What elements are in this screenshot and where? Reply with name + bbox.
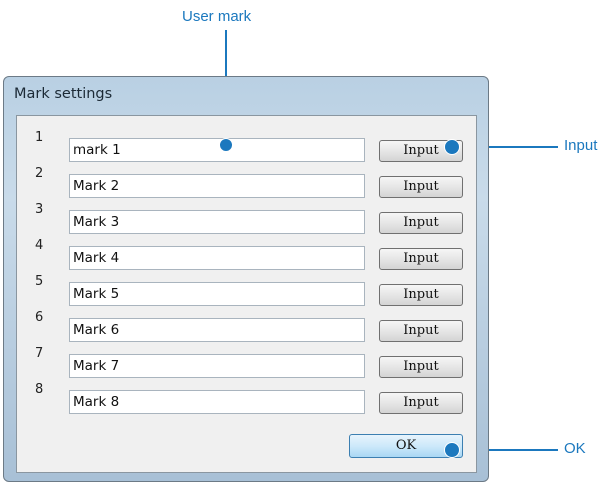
row-number: 8 xyxy=(35,382,44,397)
row-number: 5 xyxy=(35,274,44,289)
dialog-content: 1 mark 1 Input 2 Mark 2 Input 3 Mark 3 I… xyxy=(16,115,477,473)
mark-settings-dialog: Mark settings 1 mark 1 Input 2 Mark 2 In… xyxy=(3,76,489,482)
row-number: 7 xyxy=(35,346,44,361)
input-button-8[interactable]: Input xyxy=(379,392,463,414)
mark-field-3[interactable]: Mark 3 xyxy=(69,210,365,234)
row-number: 1 xyxy=(35,130,44,145)
mark-field-6[interactable]: Mark 6 xyxy=(69,318,365,342)
callout-input-label: Input xyxy=(564,137,598,154)
input-button-3[interactable]: Input xyxy=(379,212,463,234)
row-number: 3 xyxy=(35,202,44,217)
callout-user-mark-label: User mark xyxy=(182,8,252,25)
callout-ok-dot xyxy=(444,442,460,458)
callout-input-dot xyxy=(444,139,460,155)
callout-ok-label: OK xyxy=(564,440,586,457)
input-button-2[interactable]: Input xyxy=(379,176,463,198)
mark-field-1[interactable]: mark 1 xyxy=(69,138,365,162)
input-button-6[interactable]: Input xyxy=(379,320,463,342)
mark-field-8[interactable]: Mark 8 xyxy=(69,390,365,414)
row-number: 2 xyxy=(35,166,44,181)
mark-field-5[interactable]: Mark 5 xyxy=(69,282,365,306)
mark-field-2[interactable]: Mark 2 xyxy=(69,174,365,198)
row-number: 4 xyxy=(35,238,44,253)
mark-field-4[interactable]: Mark 4 xyxy=(69,246,365,270)
row-number: 6 xyxy=(35,310,44,325)
callout-user-mark-dot xyxy=(219,138,233,152)
input-button-4[interactable]: Input xyxy=(379,248,463,270)
mark-field-7[interactable]: Mark 7 xyxy=(69,354,365,378)
input-button-5[interactable]: Input xyxy=(379,284,463,306)
dialog-title: Mark settings xyxy=(14,86,113,102)
input-button-7[interactable]: Input xyxy=(379,356,463,378)
